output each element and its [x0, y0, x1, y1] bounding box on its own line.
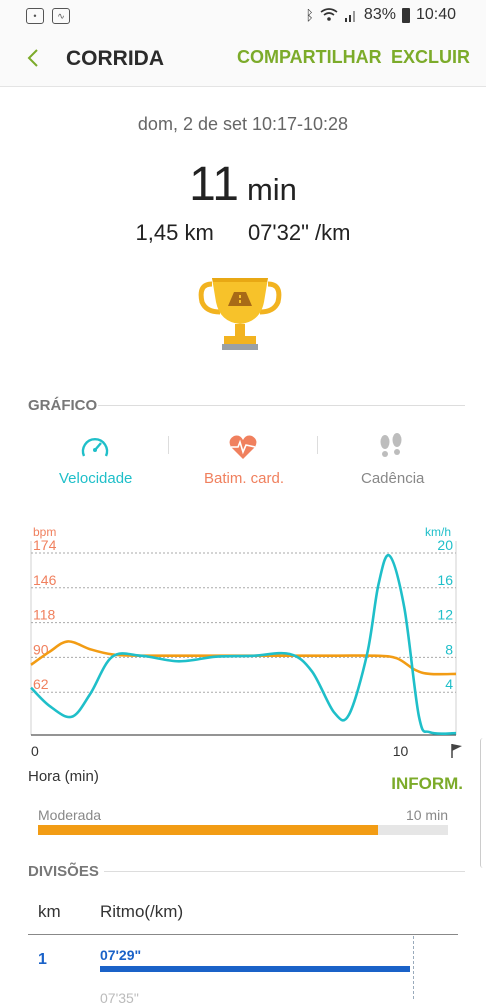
- finish-flag-icon: [451, 744, 462, 758]
- splits-section-title: DIVISÕES: [28, 863, 99, 880]
- split-pace-partial: 07'35": [100, 990, 139, 1006]
- duration: 11 min: [0, 157, 486, 212]
- right-tick-label: 12: [437, 607, 453, 623]
- sos-icon: •: [26, 8, 44, 24]
- split-pace-bar: [100, 966, 410, 972]
- left-tick-label: 146: [33, 572, 57, 588]
- status-left-icons: • ∿: [26, 8, 70, 24]
- graph-section-divider: [98, 405, 465, 406]
- tab-cadencia[interactable]: Cadência: [361, 470, 424, 487]
- intensity-label: Moderada: [38, 807, 102, 823]
- x-tick-label: 10: [393, 743, 409, 759]
- left-tick-label: 118: [33, 607, 56, 623]
- speed-line: [30, 553, 457, 736]
- intensity-time: 10 min: [405, 807, 448, 823]
- tab-velocidade[interactable]: Velocidade: [59, 470, 132, 487]
- battery-percent: 83%: [363, 6, 396, 23]
- distance-pace-row: 1,45 km 07'32" /km: [0, 220, 486, 246]
- tab-batimento[interactable]: Batim. card.: [204, 470, 284, 487]
- back-arrow-icon[interactable]: [22, 46, 46, 70]
- workout-datetime: dom, 2 de set 10:17-10:28: [137, 114, 349, 134]
- inform-button[interactable]: INFORM.: [391, 774, 463, 794]
- workout-chart: bpm km/h 174 20146 16118 1290 862 4 0 10: [30, 525, 462, 759]
- left-tick-label: 62: [33, 676, 49, 692]
- intensity-bar-fill: [38, 825, 378, 835]
- right-tick-label: 20: [437, 537, 453, 553]
- average-pace-marker: [413, 936, 414, 999]
- split-km: 1: [38, 951, 47, 968]
- tab-separator: [168, 436, 169, 454]
- delete-button[interactable]: EXCLUIR: [391, 47, 470, 68]
- share-button[interactable]: COMPARTILHAR: [237, 47, 382, 68]
- splits-header-divider: [28, 934, 458, 935]
- clock: 10:40: [415, 6, 456, 23]
- trophy-icon: [198, 278, 282, 350]
- bluetooth-icon: ᛒ: [305, 7, 314, 23]
- distance-value: 1,45 km: [135, 220, 214, 245]
- right-tick-label: 16: [437, 572, 453, 588]
- status-bar: • ∿ ᛒ 83% 10:40: [0, 0, 486, 32]
- duration-value: 11: [189, 158, 239, 211]
- splits-col-km: km: [38, 902, 61, 921]
- left-tick-label: 174: [33, 537, 57, 553]
- split-pace: 07'29": [100, 947, 142, 963]
- scrollbar[interactable]: [480, 738, 486, 868]
- speedometer-icon[interactable]: [80, 434, 110, 460]
- signal-icon: [344, 11, 355, 22]
- x-axis-label: Hora (min): [28, 768, 99, 785]
- app-bar: CORRIDA COMPARTILHAR EXCLUIR: [0, 32, 486, 87]
- splits-col-pace: Ritmo(/km): [100, 902, 184, 921]
- tab-separator: [317, 436, 318, 454]
- right-tick-label: 8: [445, 641, 453, 657]
- activity-icon: ∿: [52, 8, 70, 24]
- pace-value: 07'32" /km: [247, 220, 351, 245]
- splits-section-divider: [104, 871, 465, 872]
- heart-rate-icon[interactable]: [228, 434, 258, 460]
- graph-section-title: GRÁFICO: [28, 397, 98, 414]
- page-title: CORRIDA: [66, 47, 164, 70]
- duration-unit: min: [246, 172, 297, 207]
- intensity-bar: [38, 825, 448, 835]
- footsteps-icon[interactable]: [376, 432, 406, 462]
- x-tick-label: 0: [31, 743, 39, 759]
- wifi-icon: [320, 8, 338, 21]
- battery-icon: [401, 7, 410, 23]
- status-right: ᛒ 83% 10:40: [306, 6, 456, 24]
- right-tick-label: 4: [445, 676, 453, 692]
